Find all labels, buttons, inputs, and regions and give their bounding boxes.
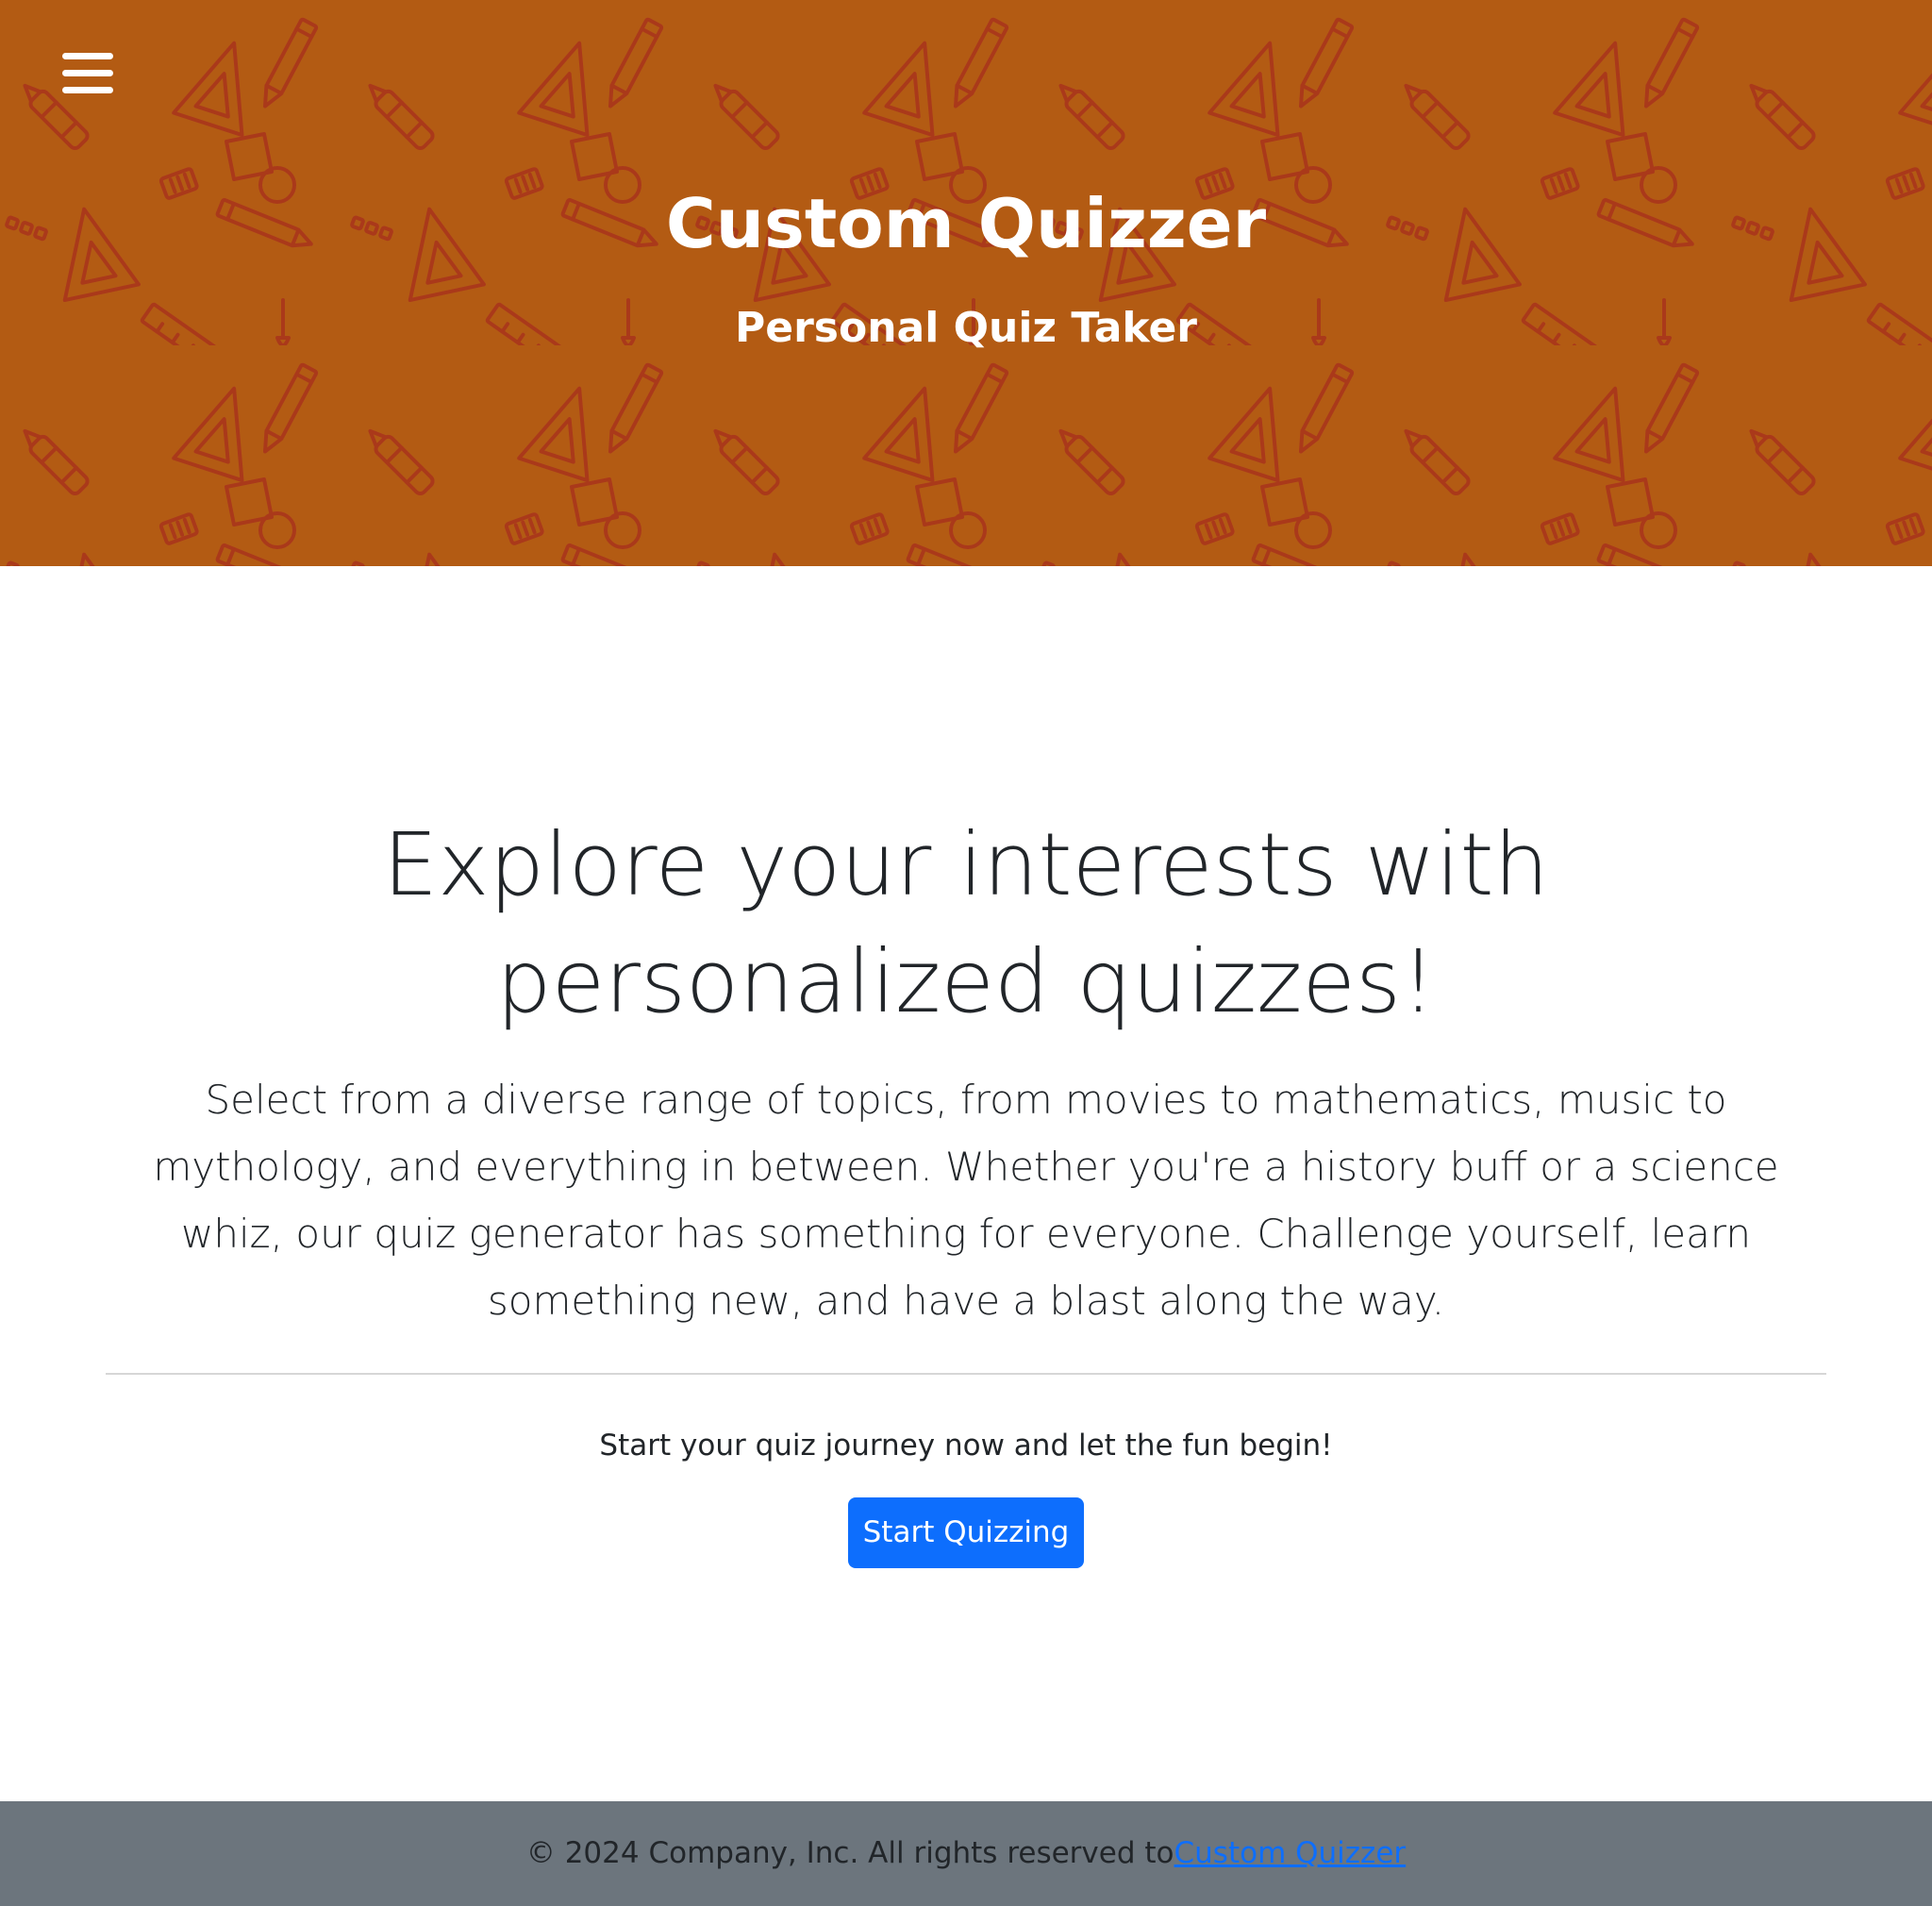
footer-copyright: © 2024 Company, Inc. All rights reserved… [0,1801,1932,1906]
hamburger-menu-icon [62,87,113,93]
intro-paragraph: Select from a diverse range of topics, f… [153,1077,1779,1324]
hamburger-menu-icon [62,70,113,76]
footer-site-link[interactable]: Custom Quizzer [1174,1836,1407,1870]
start-quizzing-button[interactable]: Start Quizzing [848,1497,1084,1568]
page-footer: © 2024 Company, Inc. All rights reserved… [0,1801,1932,1906]
page-heading: Explore your interests with personalized… [383,814,1549,1032]
site-subtitle: Personal Quiz Taker [734,304,1197,352]
section-divider [106,1373,1826,1375]
footer-copyright-text: © 2024 Company, Inc. All rights reserved… [525,1836,1174,1870]
hamburger-menu-icon [62,53,113,59]
hamburger-menu-button[interactable] [53,45,125,102]
school-supplies-pattern [0,0,1932,566]
hero-header: Custom Quizzer Personal Quiz Taker [0,0,1932,566]
site-title: Custom Quizzer [665,184,1267,263]
cta-text: Start your quiz journey now and let the … [599,1429,1333,1463]
